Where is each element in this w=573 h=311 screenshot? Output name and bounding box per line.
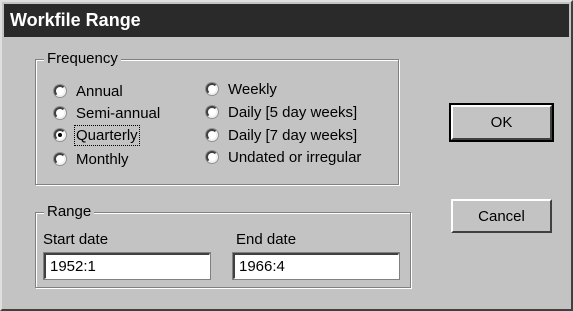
radio-monthly-circle[interactable] (54, 153, 66, 165)
radio-daily-7[interactable]: Daily [7 day weeks] (206, 124, 357, 146)
radio-annual[interactable]: Annual (54, 80, 123, 102)
range-legend: Range (44, 202, 95, 222)
radio-monthly-label: Monthly (76, 150, 129, 168)
radio-semi-annual[interactable]: Semi-annual (54, 102, 160, 124)
radio-daily-5-circle[interactable] (206, 106, 218, 118)
radio-daily-5-label: Daily [5 day weeks] (228, 103, 358, 121)
radio-daily-7-label: Daily [7 day weeks] (228, 126, 358, 144)
radio-undated-circle[interactable] (206, 151, 218, 163)
radio-semi-annual-label: Semi-annual (76, 104, 161, 122)
frequency-group: Frequency Annual Semi-annual Quarterly M… (35, 49, 399, 185)
radio-undated[interactable]: Undated or irregular (206, 146, 361, 168)
radio-monthly[interactable]: Monthly (54, 148, 129, 170)
frequency-legend: Frequency (44, 49, 121, 69)
start-date-input[interactable] (44, 253, 210, 279)
radio-daily-7-circle[interactable] (206, 129, 218, 141)
range-group: Range Start date End date (35, 202, 411, 288)
radio-semi-annual-circle[interactable] (54, 107, 66, 119)
cancel-button[interactable]: Cancel (451, 199, 552, 233)
ok-button[interactable]: OK (449, 103, 554, 142)
end-date-input[interactable] (233, 253, 399, 279)
radio-weekly-circle[interactable] (206, 83, 218, 95)
radio-quarterly-circle[interactable] (54, 129, 66, 141)
radio-daily-5[interactable]: Daily [5 day weeks] (206, 101, 357, 123)
end-date-label: End date (236, 231, 297, 248)
start-date-label: Start date (43, 231, 109, 248)
dialog-title: Workfile Range (4, 4, 569, 37)
radio-quarterly-label: Quarterly (74, 124, 140, 146)
radio-undated-label: Undated or irregular (228, 148, 362, 166)
radio-weekly-label: Weekly (228, 80, 277, 98)
workfile-range-dialog: Workfile Range Frequency Annual Semi-ann… (0, 0, 573, 311)
radio-quarterly[interactable]: Quarterly (54, 124, 140, 146)
radio-annual-label: Annual (76, 82, 123, 100)
radio-annual-circle[interactable] (54, 85, 66, 97)
radio-weekly[interactable]: Weekly (206, 78, 277, 100)
